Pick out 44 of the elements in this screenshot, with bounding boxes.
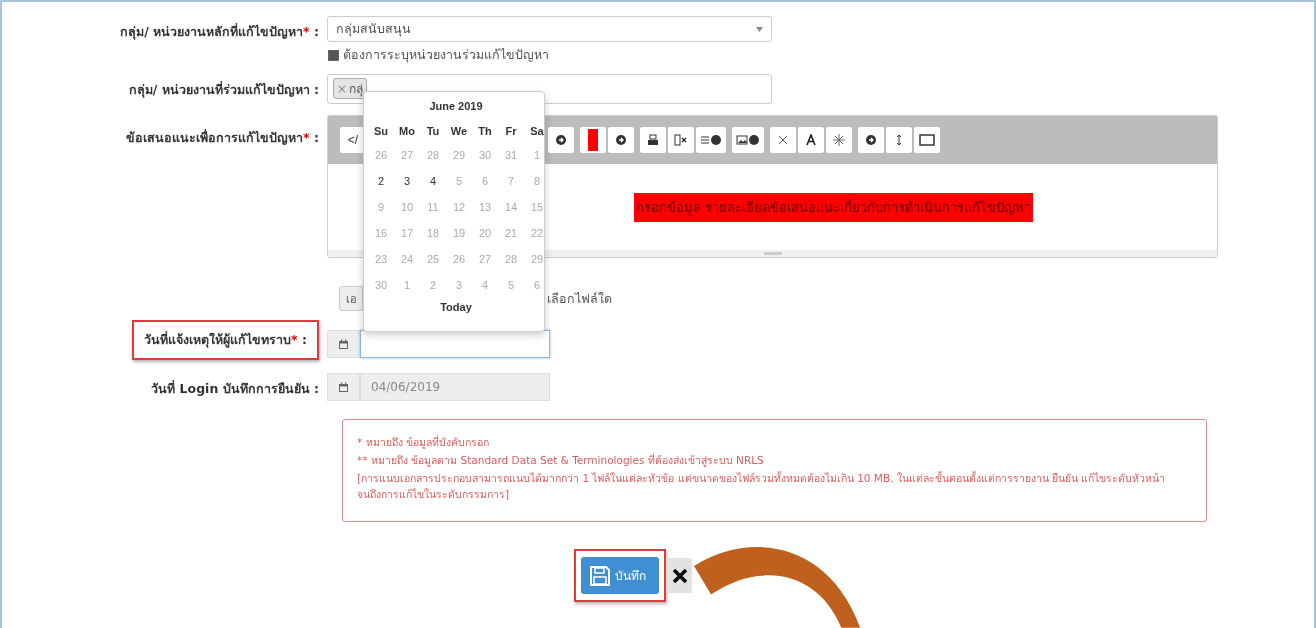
weekday-label: Su xyxy=(372,124,390,139)
cancel-button[interactable] xyxy=(666,558,692,593)
align-icon[interactable] xyxy=(696,127,726,153)
x-icon[interactable] xyxy=(770,127,796,153)
note-text: * หมายถึง ข้อมูลที่บังคับกรอก xyxy=(357,434,490,450)
today-button[interactable]: Today xyxy=(434,300,478,314)
font-icon[interactable] xyxy=(798,127,824,153)
weekday-label: Sa xyxy=(529,124,545,139)
close-icon xyxy=(672,567,688,584)
code-button[interactable]: </ xyxy=(340,127,366,153)
field-label: กลุ่ม/ หน่วยงานหลักที่แก้ไขปัญหา* : xyxy=(120,22,319,42)
group-select[interactable]: กลุ่มสนับสนุน xyxy=(327,16,772,42)
weekday-label: Th xyxy=(477,124,493,139)
tag: × กลุ่ xyxy=(333,78,368,99)
color-swatch-icon[interactable] xyxy=(580,127,606,153)
weekday-label: Mo xyxy=(398,124,416,139)
printer-icon[interactable] xyxy=(640,127,666,153)
calendar-icon xyxy=(338,381,349,393)
calendar-icon xyxy=(338,338,349,350)
weekday-label: Tu xyxy=(425,124,441,139)
field-label: วันที่ Login บันทึกการยืนยัน : xyxy=(151,379,319,398)
date-input[interactable]: 04/06/2019 xyxy=(360,373,550,401)
note-text: [การแนบเอกสารประกอบสามารถแนบได้มากกว่า 1 ไฟล์ในแต่ละหัวข้อ แต่ขนาดของไฟล์รวมทั้งหมดต้องไม่เกิน 10 MB. ในแต่ละขั้นตอนตั้งแต่การรายงาน ยืนยัน แก้ไขระดับหัวหน้า จนถึงการแก้ไขในระดับกรรมการ] xyxy=(357,470,1167,502)
save-button[interactable]: บันทึก xyxy=(581,557,659,594)
weekday-label: We xyxy=(449,124,469,139)
fullscreen-icon[interactable] xyxy=(914,127,940,153)
file-button[interactable]: เอ xyxy=(339,286,363,311)
caret-icon xyxy=(756,26,763,32)
image-icon[interactable] xyxy=(732,127,764,153)
calendar-day[interactable]: 2 xyxy=(368,168,394,194)
note-text: ** หมายถึง ข้อมูลตาม Standard Data Set & Terminologies ที่ต้องส่งเข้าสู่ระบบ NRLS xyxy=(357,452,765,468)
calendar-day[interactable]: 4 xyxy=(420,168,446,194)
field-label: ข้อเสนอแนะเพื่อการแก้ไขปัญหา* : xyxy=(126,128,319,147)
checkbox-label: ต้องการระบุหน่วยงานร่วมแก้ไขปัญหา xyxy=(343,46,549,65)
date-input[interactable] xyxy=(360,330,550,358)
snowflake-icon[interactable] xyxy=(826,127,852,153)
field-label: วันที่แจ้งเหตุให้ผู้แก้ไขทราบ* : xyxy=(132,320,319,360)
resize-handle[interactable] xyxy=(763,252,782,255)
input-field[interactable]: กรอกข้อมูล รายละเอียดข้อเสนอแนะเกี่ยวกับการดำเนินการแก้ไขปัญหา xyxy=(634,192,1034,222)
field-label: กลุ่ม/ หน่วยงานที่ร่วมแก้ไขปัญหา : xyxy=(128,80,319,100)
checkbox[interactable] xyxy=(328,49,339,61)
file-status: เลือกไฟล์ใด xyxy=(547,289,612,308)
calendar-day[interactable]: 3 xyxy=(394,168,420,194)
weekday-label: Fr xyxy=(504,124,518,139)
